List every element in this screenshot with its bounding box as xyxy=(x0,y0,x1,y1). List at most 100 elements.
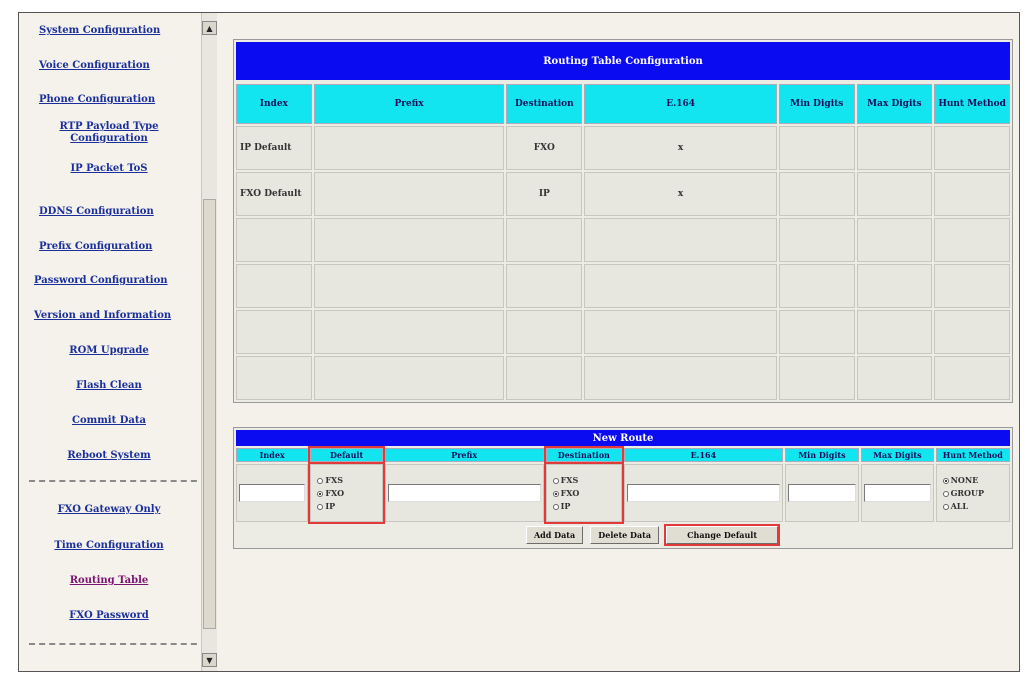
routing-table-header: Index Prefix Destination E.164 Min Digit… xyxy=(236,84,1010,124)
radio-selected-icon xyxy=(942,477,949,484)
radio-selected-icon xyxy=(552,490,559,497)
radio-icon xyxy=(942,490,949,497)
e164-cell xyxy=(623,464,783,522)
sidebar-item-fxo-password[interactable]: FXO Password xyxy=(19,610,199,622)
table-row[interactable] xyxy=(236,356,1010,400)
cell-index xyxy=(236,264,312,308)
destination-option-fxs[interactable]: FXS xyxy=(552,474,619,487)
col-destination: Destination xyxy=(506,84,583,124)
table-row[interactable]: FXO Default IP x xyxy=(236,172,1010,216)
scroll-thumb[interactable] xyxy=(203,199,216,629)
default-option-fxo[interactable]: FXO xyxy=(317,487,379,500)
sidebar-item-system-configuration[interactable]: System Configuration xyxy=(19,25,215,37)
col-max-digits: Max Digits xyxy=(856,84,933,124)
hunt-method-radio-group: NONE GROUP ALL xyxy=(939,474,1007,513)
button-cell: Add Data Delete Data Change Default xyxy=(236,524,1010,546)
cell-min-digits xyxy=(778,126,855,170)
col-max-digits: Max Digits xyxy=(861,448,934,462)
index-input[interactable] xyxy=(239,484,306,502)
prefix-input[interactable] xyxy=(387,484,541,502)
sidebar-item-routing-table[interactable]: Routing Table xyxy=(19,575,199,587)
cell-max-digits xyxy=(856,218,933,262)
cell-min-digits xyxy=(778,264,855,308)
delete-data-button[interactable]: Delete Data xyxy=(590,526,660,544)
cell-index: FXO Default xyxy=(236,172,312,216)
sidebar-item-version-information[interactable]: Version and Information xyxy=(19,310,215,322)
table-row[interactable] xyxy=(236,218,1010,262)
cell-e164 xyxy=(584,356,777,400)
col-hunt-method: Hunt Method xyxy=(934,84,1010,124)
cell-index xyxy=(236,218,312,262)
e164-input[interactable] xyxy=(626,484,780,502)
cell-min-digits xyxy=(778,218,855,262)
cell-max-digits xyxy=(856,310,933,354)
table-row[interactable] xyxy=(236,264,1010,308)
table-row[interactable] xyxy=(236,310,1010,354)
sidebar-item-time-configuration[interactable]: Time Configuration xyxy=(19,540,199,552)
cell-index xyxy=(236,310,312,354)
cell-index: IP Default xyxy=(236,126,312,170)
sidebar-item-rom-upgrade[interactable]: ROM Upgrade xyxy=(19,345,199,357)
col-min-digits: Min Digits xyxy=(784,448,860,462)
sidebar-item-rtp-payload[interactable]: RTP Payload Type Configuration xyxy=(19,121,199,145)
button-row: Add Data Delete Data Change Default xyxy=(236,524,1010,546)
cell-hunt-method xyxy=(934,264,1010,308)
index-cell xyxy=(236,464,309,522)
destination-radio-group: FXS FXO IP xyxy=(549,474,619,513)
radio-icon xyxy=(552,477,559,484)
radio-icon xyxy=(317,503,324,510)
sidebar-item-reboot-system[interactable]: Reboot System xyxy=(19,450,199,462)
col-prefix: Prefix xyxy=(384,448,544,462)
cell-min-digits xyxy=(778,356,855,400)
change-default-button[interactable]: Change Default xyxy=(664,524,781,546)
cell-e164 xyxy=(584,218,777,262)
default-radio-group: FXS FXO IP xyxy=(313,474,379,513)
add-data-button[interactable]: Add Data xyxy=(525,526,584,544)
sidebar-item-prefix-configuration[interactable]: Prefix Configuration xyxy=(19,241,215,253)
default-option-fxs[interactable]: FXS xyxy=(317,474,379,487)
radio-selected-icon xyxy=(317,490,324,497)
cell-destination xyxy=(506,356,583,400)
cell-e164: x xyxy=(584,126,777,170)
sidebar-item-flash-clean[interactable]: Flash Clean xyxy=(19,380,199,392)
destination-option-fxo[interactable]: FXO xyxy=(552,487,619,500)
sidebar-item-voice-configuration[interactable]: Voice Configuration xyxy=(19,60,215,72)
table-row[interactable]: IP Default FXO x xyxy=(236,126,1010,170)
new-route-header: Index Default Prefix Destination E.164 M… xyxy=(236,446,1010,464)
sidebar-item-fxo-gateway-only[interactable]: FXO Gateway Only xyxy=(19,504,199,516)
hunt-method-cell: NONE GROUP ALL xyxy=(935,464,1010,522)
min-digits-cell xyxy=(784,464,860,522)
new-route-title: New Route xyxy=(236,430,1010,446)
hunt-option-all[interactable]: ALL xyxy=(942,500,1007,513)
cell-hunt-method xyxy=(934,126,1010,170)
cell-destination xyxy=(506,218,583,262)
hunt-option-none[interactable]: NONE xyxy=(942,474,1007,487)
col-min-digits: Min Digits xyxy=(778,84,855,124)
col-prefix: Prefix xyxy=(313,84,505,124)
scroll-up-arrow-icon[interactable]: ▲ xyxy=(202,21,217,35)
max-digits-input[interactable] xyxy=(864,484,931,502)
cell-e164 xyxy=(584,264,777,308)
sidebar-item-phone-configuration[interactable]: Phone Configuration xyxy=(19,94,215,106)
cell-hunt-method xyxy=(934,356,1010,400)
col-index: Index xyxy=(236,448,309,462)
sidebar-item-ddns-configuration[interactable]: DDNS Configuration xyxy=(19,206,215,218)
cell-max-digits xyxy=(856,126,933,170)
cell-destination: IP xyxy=(506,172,583,216)
cell-prefix xyxy=(313,356,505,400)
sidebar-item-ip-packet-tos[interactable]: IP Packet ToS xyxy=(19,163,199,175)
sidebar-item-commit-data[interactable]: Commit Data xyxy=(19,415,199,427)
min-digits-input[interactable] xyxy=(787,484,857,502)
sidebar-scrollbar[interactable]: ▲ ▼ xyxy=(201,13,217,671)
default-option-ip[interactable]: IP xyxy=(317,500,379,513)
scroll-down-arrow-icon[interactable]: ▼ xyxy=(202,653,217,667)
hunt-option-group[interactable]: GROUP xyxy=(942,487,1007,500)
cell-hunt-method xyxy=(934,218,1010,262)
cell-hunt-method xyxy=(934,172,1010,216)
sidebar-item-password-configuration[interactable]: Password Configuration xyxy=(19,275,215,287)
cell-prefix xyxy=(313,126,505,170)
radio-icon xyxy=(552,503,559,510)
destination-option-ip[interactable]: IP xyxy=(552,500,619,513)
cell-min-digits xyxy=(778,172,855,216)
sidebar-divider xyxy=(29,643,207,645)
